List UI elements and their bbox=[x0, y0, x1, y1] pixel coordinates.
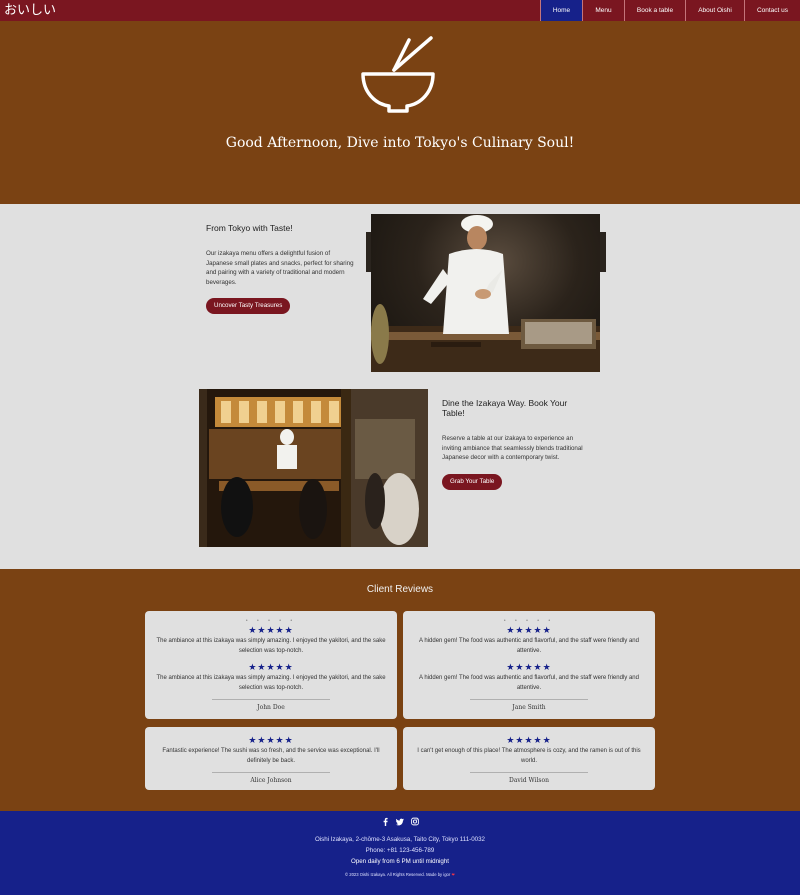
nav-menu: Home Menu Book a table About Oishi Conta… bbox=[540, 0, 800, 21]
carousel-dots[interactable]: • • • • • bbox=[403, 617, 655, 625]
review-text: The ambiance at this izakaya was simply … bbox=[156, 675, 386, 691]
divider bbox=[470, 772, 588, 773]
star-rating: ★★★★★ bbox=[248, 735, 294, 745]
nav-item-contact[interactable]: Contact us bbox=[744, 0, 800, 21]
footer: Oishi Izakaya, 2-chōme-3 Asakusa, Taito … bbox=[0, 811, 800, 895]
hero-section: Good Afternoon, Dive into Tokyo's Culina… bbox=[0, 21, 800, 204]
feature-title: From Tokyo with Taste! bbox=[206, 223, 293, 233]
reviewer-name: Jane Smith bbox=[512, 704, 546, 711]
star-rating: ★★★★★ bbox=[248, 625, 294, 635]
chef-illustration bbox=[371, 215, 600, 372]
bowl-with-chopsticks-icon bbox=[361, 36, 435, 113]
chef-preparing-food-photo bbox=[371, 214, 600, 372]
review-text: A hidden gem! The food was authentic and… bbox=[419, 638, 639, 654]
reviewer-name: John Doe bbox=[257, 704, 285, 711]
feature-title: Dine the Izakaya Way. Book Your Table! bbox=[442, 398, 568, 418]
izakaya-interior-photo bbox=[199, 389, 428, 547]
star-rating: ★★★★★ bbox=[506, 662, 552, 672]
instagram-icon[interactable] bbox=[411, 817, 419, 826]
feature-menu: From Tokyo with Taste! Our izakaya menu … bbox=[206, 223, 356, 315]
footer-address: Oishi Izakaya, 2-chōme-3 Asakusa, Taito … bbox=[314, 836, 485, 843]
review-card: ★★★★★ Fantastic experience! The sushi wa… bbox=[145, 727, 397, 790]
star-rating: ★★★★★ bbox=[506, 625, 552, 635]
review-text: I can't get enough of this place! The at… bbox=[417, 748, 641, 764]
reviews-section: Client Reviews • • • • • ★★★★★ The ambia… bbox=[0, 569, 800, 811]
reviewer-name: Alice Johnson bbox=[250, 777, 292, 784]
review-text: Fantastic experience! The sushi was so f… bbox=[162, 748, 380, 764]
nav-item-book-a-table[interactable]: Book a table bbox=[624, 0, 685, 21]
star-rating: ★★★★★ bbox=[248, 662, 294, 672]
star-rating: ★★★★★ bbox=[506, 735, 552, 745]
facebook-icon[interactable] bbox=[381, 817, 389, 826]
twitter-icon[interactable] bbox=[396, 817, 404, 826]
review-card: ★★★★★ I can't get enough of this place! … bbox=[403, 727, 655, 790]
divider bbox=[212, 699, 330, 700]
review-card: • • • • • ★★★★★ A hidden gem! The food w… bbox=[403, 611, 655, 719]
nav-item-home[interactable]: Home bbox=[540, 0, 582, 21]
features-section: From Tokyo with Taste! Our izakaya menu … bbox=[0, 204, 800, 569]
divider bbox=[470, 699, 588, 700]
carousel-dots[interactable]: • • • • • bbox=[145, 617, 397, 625]
review-card: • • • • • ★★★★★ The ambiance at this iza… bbox=[145, 611, 397, 719]
reviewer-name: David Wilson bbox=[509, 777, 549, 784]
uncover-treasures-button[interactable]: Uncover Tasty Treasures bbox=[206, 298, 291, 315]
feature-description: Reserve a table at our izakaya to experi… bbox=[442, 435, 583, 462]
heart-icon: ❤ bbox=[451, 872, 455, 877]
footer-phone: Phone: +81 123-456-789 bbox=[365, 847, 435, 854]
social-links bbox=[381, 817, 419, 826]
copyright-text: © 2023 Oishi Izakaya. All Rights Reserve… bbox=[345, 872, 451, 877]
izakaya-illustration bbox=[199, 389, 428, 547]
feature-description: Our izakaya menu offers a delightful fus… bbox=[206, 250, 354, 286]
photo-edge bbox=[600, 232, 606, 272]
feature-booking: Dine the Izakaya Way. Book Your Table! R… bbox=[442, 398, 592, 490]
reviews-title: Client Reviews bbox=[366, 584, 434, 595]
review-text: The ambiance at this izakaya was simply … bbox=[156, 638, 386, 654]
divider bbox=[212, 772, 330, 773]
hero-title: Good Afternoon, Dive into Tokyo's Culina… bbox=[225, 135, 575, 151]
top-nav: おいしい Home Menu Book a table About Oishi … bbox=[0, 0, 800, 21]
footer-hours: Open daily from 6 PM until midnight bbox=[350, 858, 449, 865]
brand-logo[interactable]: おいしい bbox=[0, 0, 56, 21]
review-text: A hidden gem! The food was authentic and… bbox=[419, 675, 639, 691]
grab-your-table-button[interactable]: Grab Your Table bbox=[442, 473, 503, 490]
nav-item-about[interactable]: About Oishi bbox=[685, 0, 744, 21]
footer-copyright: © 2023 Oishi Izakaya. All Rights Reserve… bbox=[0, 872, 800, 877]
nav-item-menu[interactable]: Menu bbox=[582, 0, 624, 21]
